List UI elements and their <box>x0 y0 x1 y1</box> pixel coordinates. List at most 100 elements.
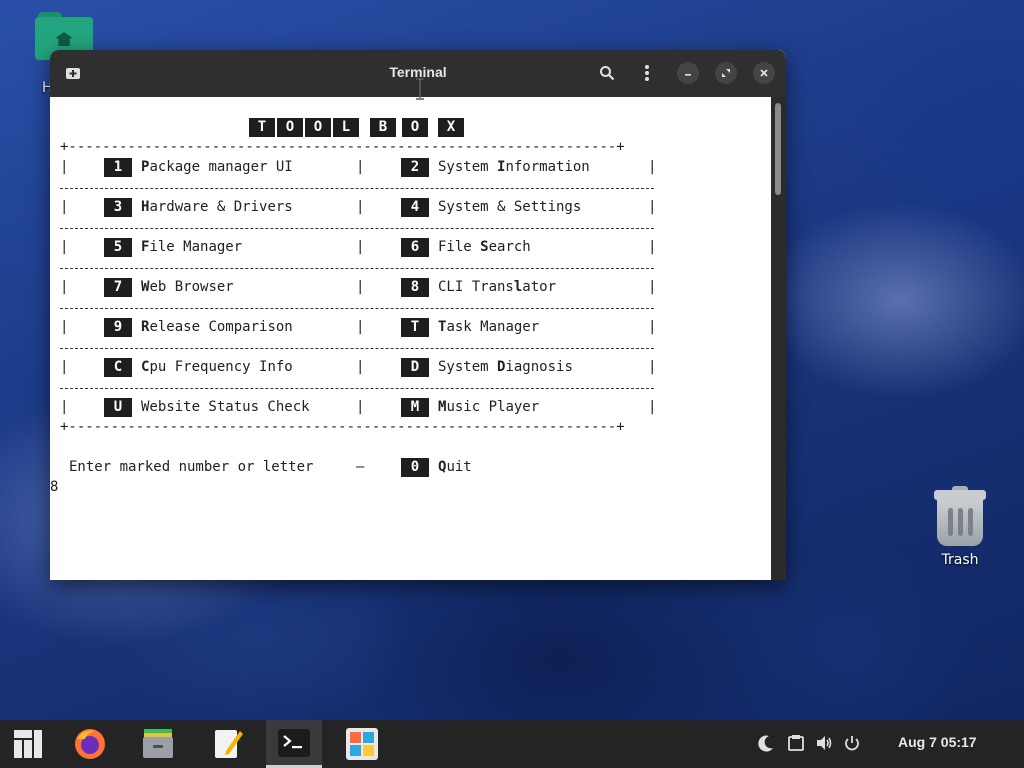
clock[interactable]: Aug 7 05:17 <box>898 734 977 750</box>
table-border-top: +---------------------------------------… <box>60 139 625 155</box>
file-cabinet-icon <box>143 729 173 758</box>
terminal-taskbar-button[interactable] <box>266 720 322 768</box>
menu-key-badge: 6 <box>401 238 429 257</box>
prompt-dash: – <box>356 459 365 475</box>
software-center-button[interactable] <box>334 720 390 768</box>
quit-key-badge: 0 <box>401 458 429 477</box>
terminal-window: Terminal TOOLBOX +----------------------… <box>50 50 786 580</box>
menu-item-label: CLI Translator <box>438 279 557 295</box>
toolbox-letter-badge: O <box>305 118 331 137</box>
toolbox-letter-badge: L <box>333 118 359 137</box>
table-divider: | <box>60 239 69 255</box>
toolbox-letter-badge: O <box>277 118 303 137</box>
table-divider: | <box>60 279 69 295</box>
search-icon <box>600 66 615 81</box>
menu-key-badge: 7 <box>104 278 132 297</box>
trash-label: Trash <box>941 552 979 568</box>
text-editor-icon <box>215 730 243 758</box>
menu-key-badge: 3 <box>104 198 132 217</box>
menu-item-label: System Information <box>438 159 590 175</box>
firefox-button[interactable] <box>62 720 118 768</box>
menu-item-label: System & Settings <box>438 199 582 215</box>
firefox-icon <box>75 729 105 759</box>
clipboard-icon[interactable] <box>787 734 805 752</box>
table-divider: | <box>356 399 365 415</box>
text-editor-button[interactable] <box>200 720 256 768</box>
minimize-button[interactable] <box>677 62 699 84</box>
terminal-scrollbar[interactable] <box>771 97 786 580</box>
menu-key-badge: M <box>401 398 429 417</box>
row-separator <box>60 228 654 229</box>
maximize-button[interactable] <box>715 62 737 84</box>
maximize-icon <box>722 69 730 77</box>
kebab-menu-icon <box>645 65 649 81</box>
search-button[interactable] <box>596 62 618 84</box>
table-divider: | <box>356 359 365 375</box>
table-border-bottom: +---------------------------------------… <box>60 419 625 435</box>
menu-item-label: System Diagnosis <box>438 359 573 375</box>
close-icon <box>760 69 768 77</box>
menu-item-label: Package manager UI <box>141 159 293 175</box>
trash-desktop-icon[interactable]: Trash <box>924 484 996 568</box>
table-divider: | <box>60 199 69 215</box>
night-mode-icon[interactable] <box>758 734 774 752</box>
menu-item-label: File Manager <box>141 239 243 255</box>
row-separator <box>60 348 654 349</box>
table-divider: | <box>60 159 69 175</box>
table-divider: | <box>356 199 365 215</box>
table-divider: | <box>648 159 657 175</box>
table-divider: | <box>648 199 657 215</box>
menu-key-badge: C <box>104 358 132 377</box>
menu-item-label: Release Comparison <box>141 319 293 335</box>
menu-key-badge: 5 <box>104 238 132 257</box>
menu-key-badge: D <box>401 358 429 377</box>
menu-item-label: File Search <box>438 239 531 255</box>
text-cursor-icon <box>416 78 424 100</box>
menu-item-label: Web Browser <box>141 279 234 295</box>
start-menu-button[interactable] <box>0 720 56 768</box>
volume-icon[interactable] <box>815 734 833 752</box>
menu-button[interactable] <box>636 62 658 84</box>
row-separator <box>60 388 654 389</box>
table-divider: | <box>648 399 657 415</box>
scrollbar-thumb[interactable] <box>775 103 781 195</box>
file-manager-button[interactable] <box>130 720 186 768</box>
close-button[interactable] <box>753 62 775 84</box>
terminal-content[interactable]: TOOLBOX +-------------------------------… <box>50 97 771 580</box>
taskbar: Aug 7 05:17 <box>0 720 1024 768</box>
table-divider: | <box>356 159 365 175</box>
menu-key-badge: 2 <box>401 158 429 177</box>
table-divider: | <box>356 319 365 335</box>
power-icon[interactable] <box>844 734 860 752</box>
terminal-icon <box>278 728 310 757</box>
menu-key-badge: 1 <box>104 158 132 177</box>
table-divider: | <box>60 399 69 415</box>
row-separator <box>60 188 654 189</box>
table-divider: | <box>648 239 657 255</box>
table-divider: | <box>648 319 657 335</box>
minimize-icon <box>685 74 691 76</box>
menu-key-badge: 4 <box>401 198 429 217</box>
menu-item-label: Hardware & Drivers <box>141 199 293 215</box>
toolbox-letter-badge: X <box>438 118 464 137</box>
menu-key-badge: 9 <box>104 318 132 337</box>
menu-key-badge: U <box>104 398 132 417</box>
menu-item-label: Task Manager <box>438 319 540 335</box>
toolbox-letter-badge: B <box>370 118 396 137</box>
menu-item-label: Website Status Check <box>141 399 310 415</box>
row-separator <box>60 308 654 309</box>
table-divider: | <box>648 279 657 295</box>
menu-key-badge: T <box>401 318 429 337</box>
toolbox-letter-badge: T <box>249 118 275 137</box>
menu-item-label: Music Player <box>438 399 540 415</box>
software-center-icon <box>346 728 378 760</box>
manjaro-logo-icon <box>14 730 42 758</box>
trash-icon <box>932 484 988 546</box>
terminal-input[interactable]: 8 <box>50 478 58 497</box>
quit-label: Quit <box>438 459 472 475</box>
row-separator <box>60 268 654 269</box>
table-divider: | <box>648 359 657 375</box>
menu-item-label: Cpu Frequency Info <box>141 359 293 375</box>
table-divider: | <box>60 359 69 375</box>
table-divider: | <box>60 319 69 335</box>
